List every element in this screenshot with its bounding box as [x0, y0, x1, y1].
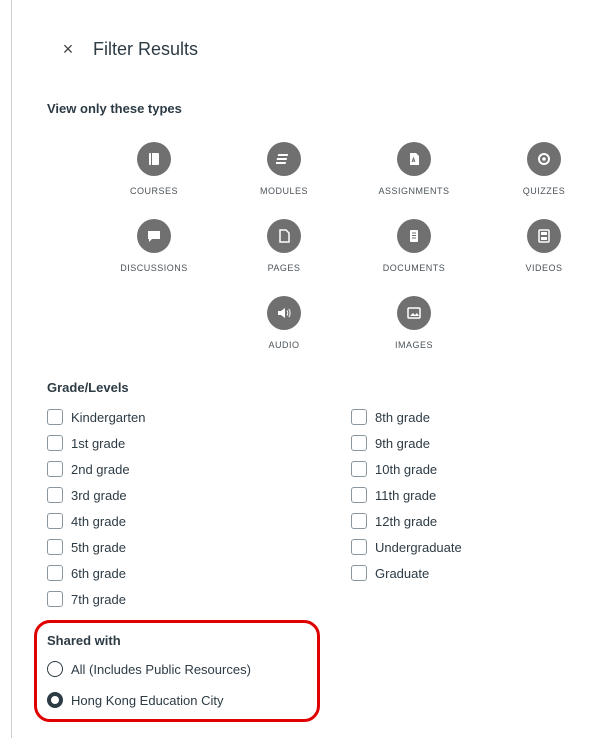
grade-checkbox[interactable]	[351, 565, 367, 581]
grade-checkbox[interactable]	[351, 461, 367, 477]
grade-2nd[interactable]: 2nd grade	[47, 461, 130, 477]
course-icon	[137, 142, 171, 176]
grade-3rd[interactable]: 3rd grade	[47, 487, 127, 503]
grade-10th[interactable]: 10th grade	[351, 461, 437, 477]
type-pages[interactable]: PAGES	[224, 219, 344, 273]
video-icon	[527, 219, 561, 253]
audio-icon	[267, 296, 301, 330]
grade-12th[interactable]: 12th grade	[351, 513, 437, 529]
grade-label: 8th grade	[375, 409, 430, 425]
document-icon	[397, 219, 431, 253]
shared-option-hkec[interactable]: Hong Kong Education City	[47, 692, 223, 708]
grade-checkbox[interactable]	[351, 513, 367, 529]
filter-header: × Filter Results	[57, 38, 198, 60]
discussion-icon	[137, 219, 171, 253]
type-label: ASSIGNMENTS	[378, 186, 450, 196]
grade-5th[interactable]: 5th grade	[47, 539, 126, 555]
page-title: Filter Results	[93, 38, 199, 59]
type-label: QUIZZES	[522, 186, 566, 196]
grade-checkbox[interactable]	[47, 591, 63, 607]
grade-1st[interactable]: 1st grade	[47, 435, 125, 451]
radio-label: Hong Kong Education City	[71, 692, 224, 708]
type-label: DOCUMENTS	[382, 263, 446, 273]
grade-checkbox[interactable]	[47, 461, 63, 477]
type-images[interactable]: IMAGES	[354, 296, 474, 350]
shared-heading: Shared with	[47, 633, 121, 648]
grade-label: 11th grade	[375, 487, 437, 503]
type-label: IMAGES	[394, 340, 433, 350]
type-assignments[interactable]: ASSIGNMENTS	[354, 142, 474, 196]
grade-label: 3rd grade	[71, 487, 127, 503]
grade-label: 2nd grade	[71, 461, 130, 477]
close-icon[interactable]: ×	[57, 38, 79, 60]
grade-label: Kindergarten	[71, 409, 146, 425]
shared-option-all[interactable]: All (Includes Public Resources)	[47, 661, 251, 677]
grade-9th[interactable]: 9th grade	[351, 435, 430, 451]
grades-heading: Grade/Levels	[47, 380, 129, 395]
type-modules[interactable]: MODULES	[224, 142, 344, 196]
type-documents[interactable]: DOCUMENTS	[354, 219, 474, 273]
radio-label: All (Includes Public Resources)	[71, 661, 251, 677]
type-courses[interactable]: COURSES	[94, 142, 214, 196]
type-label: COURSES	[129, 186, 178, 196]
grade-graduate[interactable]: Graduate	[351, 565, 429, 581]
radio-button-selected[interactable]	[47, 692, 63, 708]
type-audio[interactable]: AUDIO	[224, 296, 344, 350]
page-icon	[267, 219, 301, 253]
grade-checkbox[interactable]	[47, 565, 63, 581]
modules-icon	[267, 142, 301, 176]
type-label: DISCUSSIONS	[120, 263, 188, 273]
grade-label: Graduate	[375, 565, 430, 581]
type-label: AUDIO	[268, 340, 300, 350]
grade-11th[interactable]: 11th grade	[351, 487, 436, 503]
type-label: PAGES	[267, 263, 301, 273]
grade-checkbox[interactable]	[47, 513, 63, 529]
grade-checkbox[interactable]	[47, 487, 63, 503]
grade-label: 10th grade	[375, 461, 438, 477]
type-label: VIDEOS	[525, 263, 563, 273]
grade-label: 12th grade	[375, 513, 438, 529]
grade-4th[interactable]: 4th grade	[47, 513, 126, 529]
grade-label: 1st grade	[71, 435, 126, 451]
image-icon	[397, 296, 431, 330]
grade-6th[interactable]: 6th grade	[47, 565, 126, 581]
grade-kindergarten[interactable]: Kindergarten	[47, 409, 145, 425]
grade-label: 6th grade	[71, 565, 126, 581]
grade-8th[interactable]: 8th grade	[351, 409, 430, 425]
grade-checkbox[interactable]	[47, 435, 63, 451]
radio-button[interactable]	[47, 661, 63, 677]
grade-checkbox[interactable]	[351, 539, 367, 555]
grade-checkbox[interactable]	[351, 435, 367, 451]
grade-checkbox[interactable]	[47, 539, 63, 555]
panel-left-border	[11, 0, 12, 738]
type-videos[interactable]: VIDEOS	[484, 219, 604, 273]
types-heading: View only these types	[47, 101, 182, 116]
grade-undergraduate[interactable]: Undergraduate	[351, 539, 462, 555]
type-quizzes[interactable]: QUIZZES	[484, 142, 604, 196]
grade-label: 4th grade	[71, 513, 126, 529]
grade-label: Undergraduate	[375, 539, 462, 555]
grade-7th[interactable]: 7th grade	[47, 591, 126, 607]
grade-label: 7th grade	[71, 591, 126, 607]
type-discussions[interactable]: DISCUSSIONS	[94, 219, 214, 273]
type-label: MODULES	[259, 186, 308, 196]
grade-checkbox[interactable]	[47, 409, 63, 425]
assignment-icon	[397, 142, 431, 176]
grade-checkbox[interactable]	[351, 409, 367, 425]
grade-checkbox[interactable]	[351, 487, 367, 503]
quiz-icon	[527, 142, 561, 176]
grade-label: 5th grade	[71, 539, 126, 555]
grade-label: 9th grade	[375, 435, 430, 451]
